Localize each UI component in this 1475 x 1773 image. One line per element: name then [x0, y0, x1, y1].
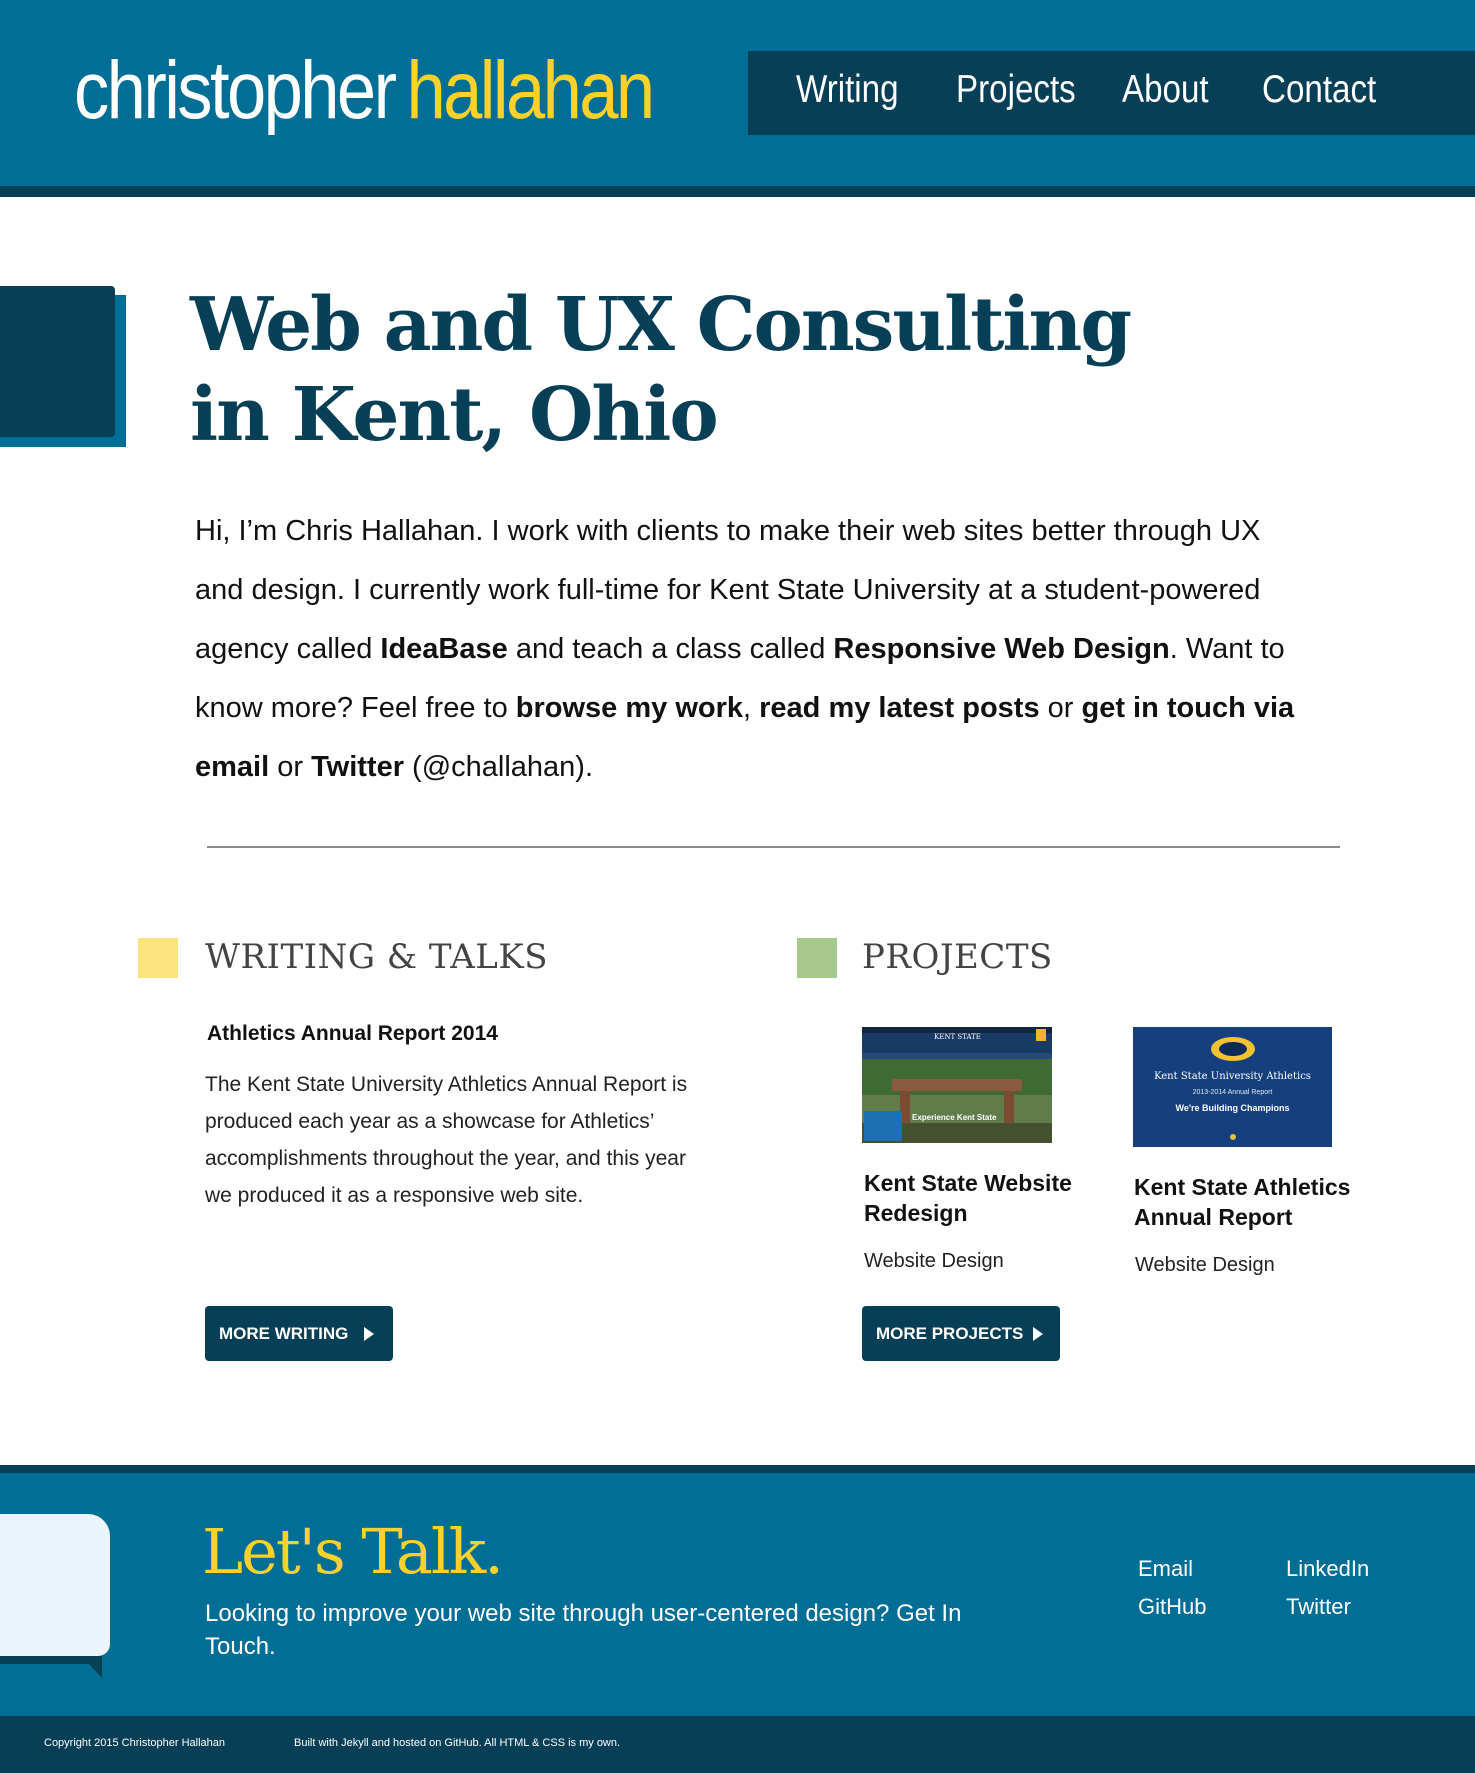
copyright-text: Copyright 2015 Christopher Hallahan — [44, 1737, 225, 1749]
thumb-line-2: 2013-2014 Annual Report — [1192, 1089, 1273, 1096]
header-rule — [0, 186, 1475, 197]
nav-about[interactable]: About — [1122, 65, 1209, 116]
latest-posts-link[interactable]: read my latest posts — [759, 692, 1039, 724]
writing-square-icon — [138, 938, 178, 978]
page-title: Web and UX Consulting in Kent, Ohio — [190, 282, 1132, 458]
intro-paragraph: Hi, I’m Chris Hallahan. I work with clie… — [195, 502, 1315, 797]
hero-accent-box — [0, 286, 115, 437]
intro-text: and teach a class called — [507, 633, 834, 665]
site-footer — [0, 1473, 1475, 1716]
thumb-line-3: We're Building Champions — [1175, 1103, 1290, 1113]
section-divider — [207, 846, 1340, 848]
built-with-text: Built with Jekyll and hosted on GitHub. … — [294, 1737, 621, 1749]
post-excerpt: The Kent State University Athletics Annu… — [205, 1073, 688, 1207]
post-title-link[interactable]: Athletics Annual Report 2014 — [207, 1022, 498, 1046]
footer-link-linkedin[interactable]: LinkedIn — [1286, 1556, 1369, 1582]
lets-talk-text[interactable]: Looking to improve your web site through… — [205, 1597, 965, 1663]
logo-last-name: hallahan — [406, 45, 656, 136]
nav-projects[interactable]: Projects — [956, 65, 1076, 116]
more-projects-label: MORE PROJECTS — [876, 1323, 1024, 1343]
browse-work-link[interactable]: browse my work — [516, 692, 743, 724]
lets-talk-heading: Let's Talk. — [202, 1515, 504, 1588]
thumb-caption: Experience Kent State — [912, 1113, 997, 1122]
responsive-web-design-link[interactable]: Responsive Web Design — [833, 633, 1169, 665]
thumb-line-1: Kent State University Athletics — [1154, 1071, 1311, 1082]
project-thumbnail-kent-state-website[interactable]: KENT STATE Experience Kent State — [862, 1027, 1052, 1143]
main-nav: Writing Projects About Contact — [748, 51, 1475, 135]
arrow-right-icon — [364, 1326, 375, 1341]
projects-square-icon — [797, 938, 837, 978]
footer-rule — [0, 1465, 1475, 1473]
twitter-link[interactable]: Twitter — [311, 751, 404, 783]
footer-link-twitter[interactable]: Twitter — [1286, 1594, 1351, 1620]
logo-first-name: christopher — [74, 45, 397, 136]
more-writing-button[interactable]: MORE WRITING — [205, 1306, 393, 1361]
more-projects-button[interactable]: MORE PROJECTS — [862, 1306, 1060, 1361]
projects-heading: PROJECTS — [862, 937, 1053, 977]
more-writing-label: MORE WRITING — [219, 1323, 349, 1343]
project-category: Website Design — [1135, 1254, 1275, 1276]
project-thumbnail-athletics-report[interactable]: Kent State University Athletics 2013-201… — [1133, 1027, 1332, 1147]
nav-writing[interactable]: Writing — [796, 65, 899, 116]
intro-text: (@challahan). — [403, 751, 594, 783]
nav-contact[interactable]: Contact — [1262, 65, 1376, 116]
project-category: Website Design — [864, 1250, 1004, 1272]
athletics-report-image — [1133, 1027, 1332, 1147]
intro-text: or — [1039, 692, 1082, 724]
speech-bubble-icon — [0, 1514, 110, 1656]
project-title-athletics-report[interactable]: Kent State Athletics Annual Report — [1134, 1172, 1364, 1232]
site-logo[interactable]: christopher hallahan — [74, 50, 655, 132]
project-title-kent-state-website[interactable]: Kent State Website Redesign — [864, 1168, 1094, 1228]
ideabase-link[interactable]: IdeaBase — [380, 633, 507, 665]
thumb-logo-text: KENT STATE — [934, 1033, 981, 1041]
intro-text: or — [269, 751, 312, 783]
writing-heading: WRITING & TALKS — [205, 937, 549, 977]
footer-link-github[interactable]: GitHub — [1138, 1594, 1206, 1620]
website-screenshot-image — [862, 1027, 1052, 1143]
footer-link-email[interactable]: Email — [1138, 1556, 1193, 1582]
arrow-right-icon — [1033, 1326, 1044, 1341]
intro-text: , — [743, 692, 760, 724]
